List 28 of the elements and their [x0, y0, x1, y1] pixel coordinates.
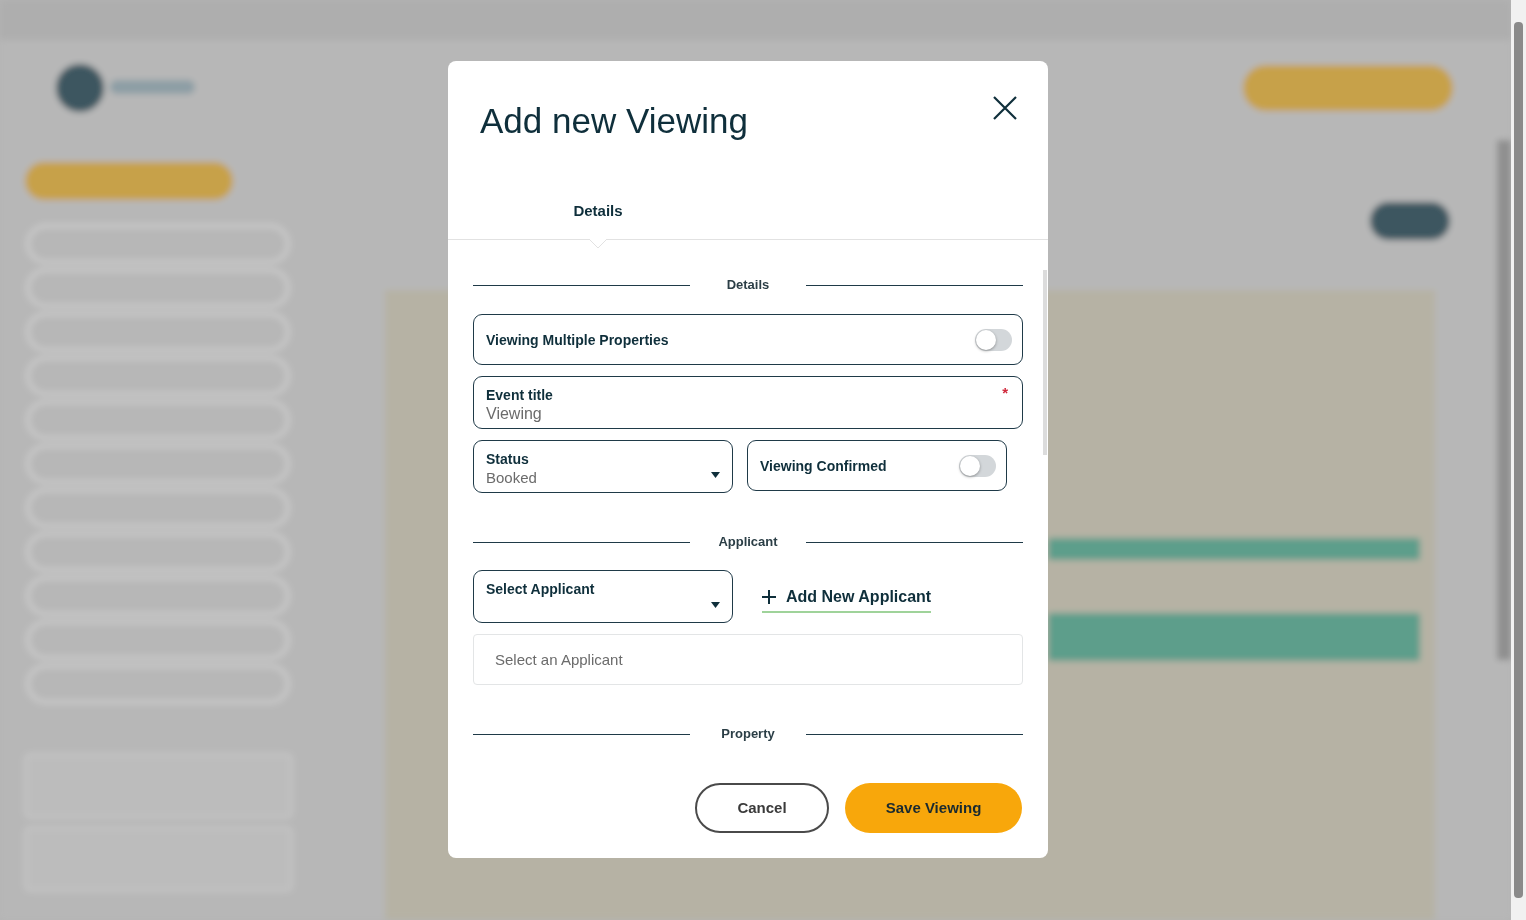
section-heading: Property — [720, 725, 776, 744]
scrollbar[interactable] — [1511, 0, 1526, 920]
toggle-label: Viewing Confirmed — [760, 456, 887, 475]
select-field[interactable]: Select Applicant — [473, 570, 733, 623]
dropdown-caret-icon — [711, 472, 720, 478]
field-value: Viewing — [486, 404, 543, 424]
cancel-button[interactable]: Cancel — [695, 783, 829, 833]
scrollbar[interactable] — [1043, 270, 1047, 455]
close-icon[interactable] — [992, 95, 1018, 121]
text-field[interactable]: Event title Viewing * — [473, 376, 1023, 429]
section-heading: Applicant — [717, 533, 779, 552]
toggle-switch[interactable] — [975, 328, 1012, 351]
required-mark: * — [1002, 386, 1008, 403]
plus-icon — [762, 590, 776, 604]
field-value: Booked — [486, 468, 537, 487]
add-applicant-link[interactable]: Add New Applicant — [762, 583, 932, 613]
dropdown-caret-icon — [711, 602, 720, 608]
select-field[interactable]: Status Booked — [473, 440, 733, 493]
tab[interactable]: Details — [565, 191, 631, 231]
section-heading: Details — [725, 276, 771, 295]
search-field[interactable]: Select an Applicant — [473, 634, 1023, 685]
field-label: Select Applicant — [486, 580, 595, 598]
toggle-label: Viewing Multiple Properties — [486, 330, 669, 349]
save-button[interactable]: Save Viewing — [845, 783, 1022, 833]
dialog-title: Add new Viewing — [480, 100, 748, 142]
field-label: Event title — [486, 386, 553, 404]
toggle-switch[interactable] — [959, 454, 996, 477]
field-label: Status — [486, 450, 530, 468]
